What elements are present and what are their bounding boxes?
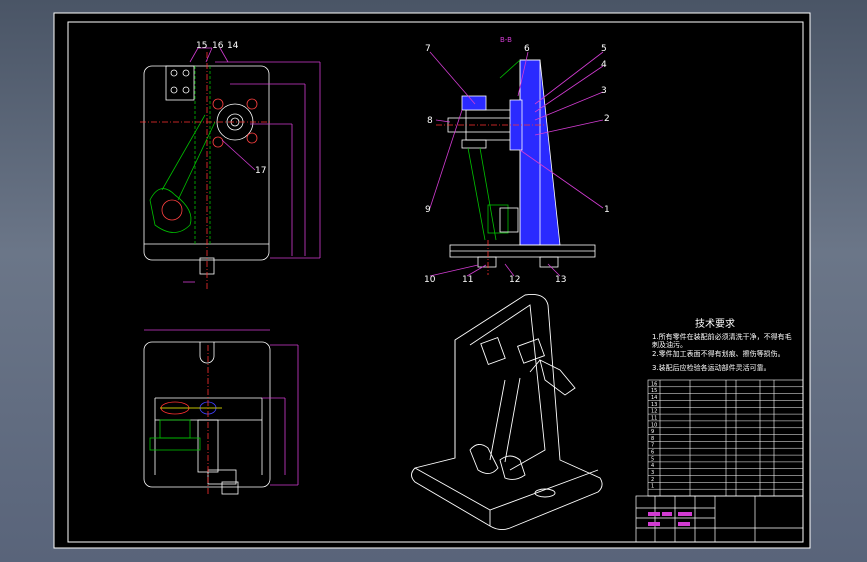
tech-req-line-2: 刺及油污。 [652,340,687,349]
bom-row-number: 6 [651,450,654,456]
callout-4: 4 [601,60,607,70]
callout-5: 5 [601,44,607,54]
callout-1: 1 [604,205,610,215]
callout-9: 9 [425,205,431,215]
callout-10: 10 [424,275,436,285]
bom-row-number: 2 [651,477,654,483]
callout-7: 7 [425,44,431,54]
callout-14: 14 [227,41,239,51]
bom-row-number: 8 [651,436,654,442]
bom-row-number: 11 [651,415,657,421]
bom-row-number: 10 [651,422,657,428]
bom-row-number: 14 [651,395,657,401]
bom-row-number: 7 [651,443,654,449]
callout-16: 16 [212,41,224,51]
callout-11: 11 [462,275,473,285]
callout-3: 3 [601,86,607,96]
tech-req-line-4: 3.装配后应检验各运动部件灵活可靠。 [652,363,771,372]
bom-row-number: 13 [651,402,657,408]
callout-2: 2 [604,114,610,124]
callout-8: 8 [427,116,433,126]
callout-6: 6 [524,44,530,54]
bom-row-number: 4 [651,463,654,469]
callout-13: 13 [555,275,566,285]
bom-row-number: 1 [651,484,654,490]
tech-req-title: 技术要求 [695,317,735,330]
bom-row-number: 12 [651,409,657,415]
callout-15: 15 [196,41,207,51]
callout-12: 12 [509,275,520,285]
cad-drawing: 15 16 14 17 B-B 7 6 5 4 3 8 2 9 1 10 11 … [53,12,811,549]
bom-row-number: 3 [651,470,654,476]
bom-row-number: 5 [651,456,654,462]
tech-req-line-1: 1.所有零件在装配前必须清洗干净，不得有毛 [652,332,792,341]
bom-row-number: 15 [651,388,657,394]
callout-17: 17 [255,166,266,176]
tech-req-line-3: 2.零件加工表面不得有划痕、擦伤等损伤。 [652,349,785,358]
bom-row-number: 9 [651,429,654,435]
section-label: B-B [500,36,512,44]
bom-row-number: 16 [651,381,657,387]
